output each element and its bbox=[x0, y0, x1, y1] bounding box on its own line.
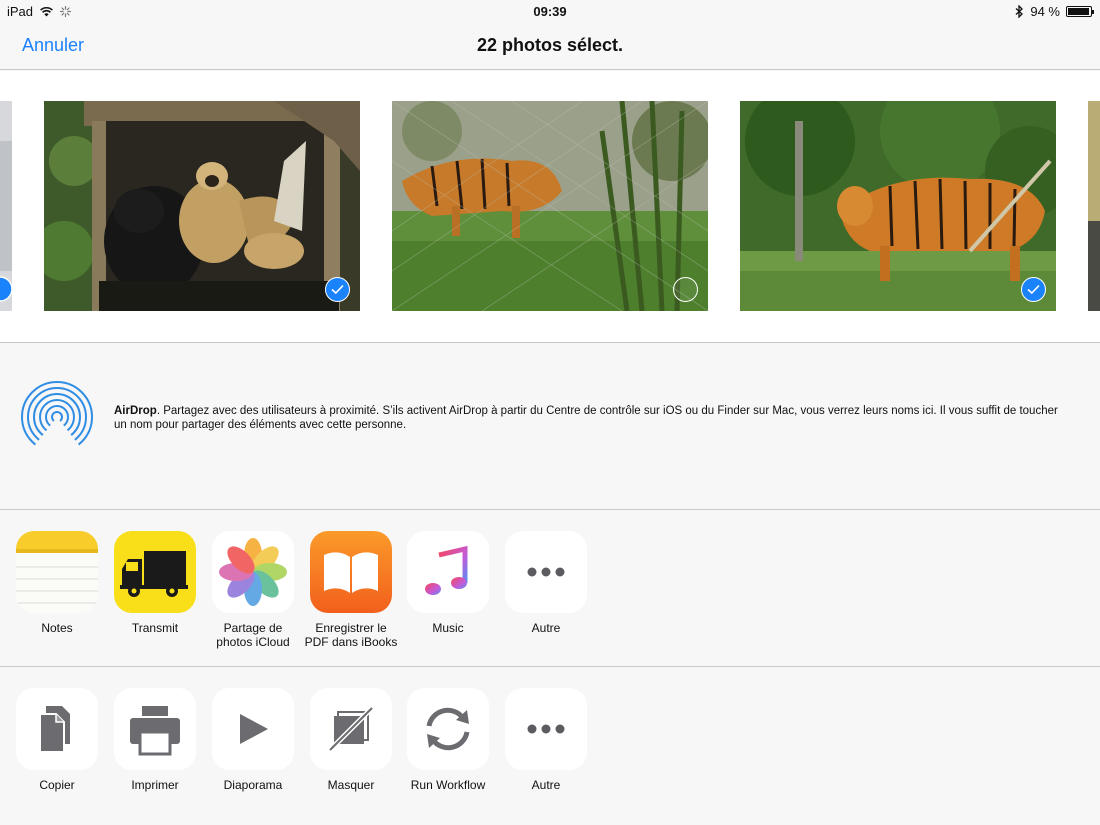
play-icon bbox=[212, 688, 294, 770]
photos-icon bbox=[212, 531, 294, 613]
status-time: 09:39 bbox=[533, 4, 567, 19]
action-label: Imprimer bbox=[131, 778, 179, 792]
photo-thumbnail-tiger-grass[interactable] bbox=[740, 101, 1056, 311]
action-label: Diaporama bbox=[223, 778, 283, 792]
action-run-workflow[interactable]: Run Workflow bbox=[399, 688, 497, 792]
share-app-ibooks[interactable]: Enregistrer le PDF dans iBooks bbox=[302, 531, 400, 649]
photo-thumbnail-partial-right[interactable] bbox=[1088, 101, 1100, 311]
share-app-notes[interactable]: Notes bbox=[8, 531, 106, 635]
share-app-label: Music bbox=[432, 621, 464, 635]
workflow-icon bbox=[407, 688, 489, 770]
airdrop-description: AirDrop. Partagez avec des utilisateurs … bbox=[114, 404, 1064, 432]
airdrop-body: . Partagez avec des utilisateurs à proxi… bbox=[114, 405, 1058, 431]
selected-checkmark-icon[interactable] bbox=[1021, 277, 1046, 302]
actions-row: Copier Imprimer Diaporama Masquer Run Wo… bbox=[0, 668, 1100, 825]
battery-icon bbox=[1066, 6, 1094, 17]
airdrop-section: AirDrop. Partagez avec des utilisateurs … bbox=[0, 344, 1100, 510]
more-icon bbox=[505, 531, 587, 613]
action-label: Autre bbox=[531, 778, 561, 792]
more-icon bbox=[505, 688, 587, 770]
printer-icon bbox=[114, 688, 196, 770]
action-label: Masquer bbox=[327, 778, 375, 792]
selected-checkmark-icon[interactable] bbox=[325, 277, 350, 302]
hide-icon bbox=[310, 688, 392, 770]
bluetooth-icon bbox=[1015, 5, 1024, 18]
share-app-more[interactable]: Autre bbox=[497, 531, 595, 635]
page-title: 22 photos sélect. bbox=[476, 35, 624, 55]
share-app-label: Transmit bbox=[131, 621, 179, 635]
action-hide[interactable]: Masquer bbox=[302, 688, 400, 792]
status-bar: iPad 09:39 94 % bbox=[0, 0, 1100, 22]
truck-icon bbox=[114, 531, 196, 613]
music-icon bbox=[407, 531, 489, 613]
action-more[interactable]: Autre bbox=[497, 688, 595, 792]
airdrop-title: AirDrop bbox=[114, 405, 157, 417]
photo-thumbnail-gibbons[interactable] bbox=[44, 101, 360, 311]
action-label: Copier bbox=[39, 778, 75, 792]
unselected-circle-icon[interactable] bbox=[673, 277, 698, 302]
copy-icon bbox=[16, 688, 98, 770]
action-copy[interactable]: Copier bbox=[8, 688, 106, 792]
action-print[interactable]: Imprimer bbox=[106, 688, 204, 792]
share-app-label: Enregistrer le PDF dans iBooks bbox=[304, 621, 398, 649]
share-app-icloud-photos[interactable]: Partage de photos iCloud bbox=[204, 531, 302, 649]
share-app-label: Partage de photos iCloud bbox=[216, 621, 290, 649]
share-app-transmit[interactable]: Transmit bbox=[106, 531, 204, 635]
battery-level bbox=[1068, 8, 1089, 15]
action-label: Run Workflow bbox=[410, 778, 486, 792]
share-apps-row: Notes Transmit Partage de photos iCloud … bbox=[0, 511, 1100, 667]
share-app-music[interactable]: Music bbox=[399, 531, 497, 635]
navigation-bar: Annuler 22 photos sélect. bbox=[0, 22, 1100, 70]
photo-thumbnail-partial-left[interactable] bbox=[0, 101, 12, 311]
share-app-label: Notes bbox=[41, 621, 73, 635]
ibooks-icon bbox=[310, 531, 392, 613]
share-app-label: Autre bbox=[531, 621, 561, 635]
battery-percent: 94 % bbox=[1030, 4, 1060, 19]
action-slideshow[interactable]: Diaporama bbox=[204, 688, 302, 792]
photo-strip[interactable] bbox=[0, 71, 1100, 343]
notes-icon bbox=[16, 531, 98, 613]
airdrop-icon bbox=[21, 381, 93, 454]
photo-thumbnail-tiger-fence[interactable] bbox=[392, 101, 708, 311]
